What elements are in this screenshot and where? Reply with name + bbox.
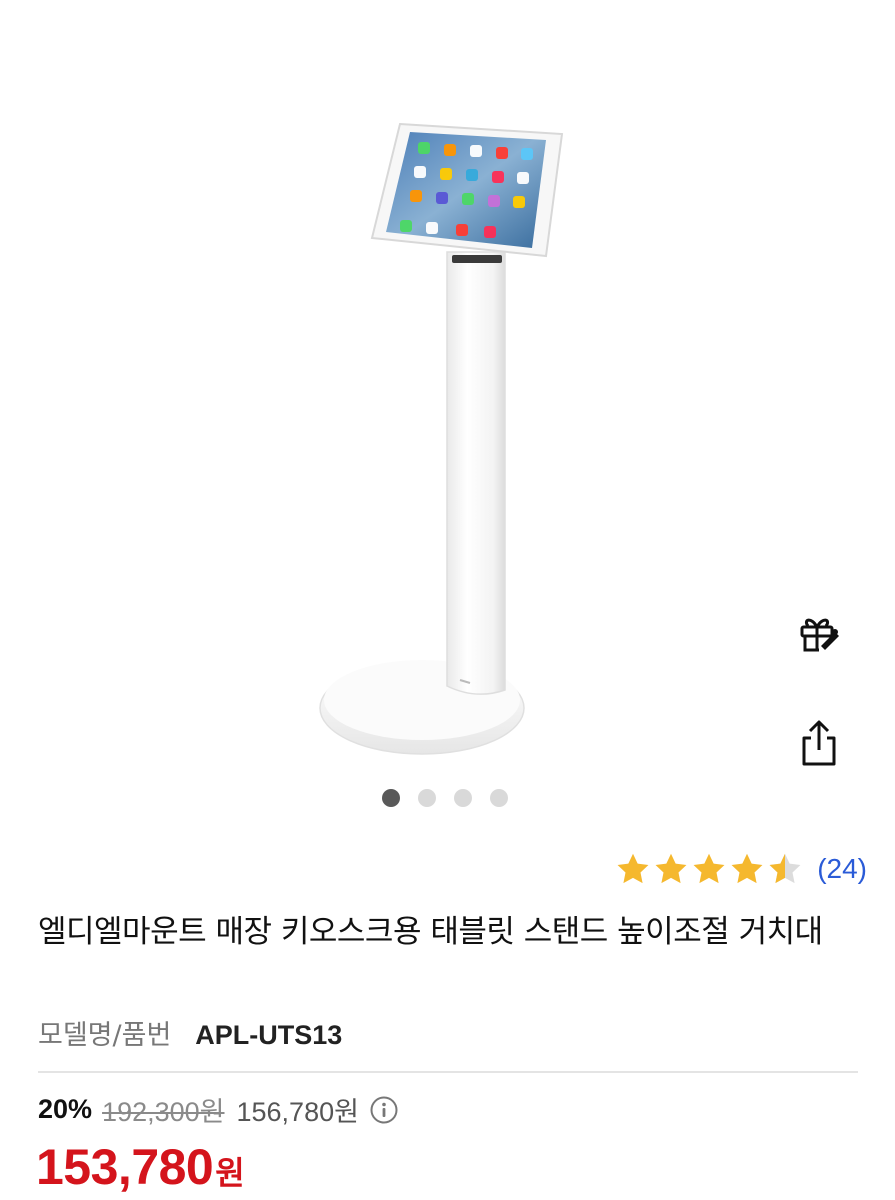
carousel-dot[interactable] [418, 789, 436, 807]
final-price-unit: 원 [215, 1155, 245, 1191]
model-label: 모델명/품번 [38, 1020, 172, 1051]
review-count[interactable]: (24) [817, 853, 867, 885]
product-title: 엘디엘마운트 매장 키오스크용 태블릿 스탠드 높이조절 거치대 [38, 914, 823, 950]
carousel-dot[interactable] [490, 789, 508, 807]
model-row: 모델명/품번 APL-UTS13 [38, 1013, 342, 1052]
carousel-dot[interactable] [382, 789, 400, 807]
price-row: 20% 192,300원 156,780원 [38, 1090, 399, 1129]
final-price-value: 153,780 [36, 1139, 214, 1195]
gift-button[interactable] [792, 607, 846, 661]
discount-rate: 20% [38, 1094, 93, 1124]
rating[interactable]: (24) [615, 851, 867, 887]
sale-price: 156,780원 [236, 1097, 359, 1127]
star-full-icon [617, 853, 649, 884]
model-value: APL-UTS13 [195, 1020, 343, 1050]
star-full-icon [693, 853, 725, 884]
carousel-dot[interactable] [454, 789, 472, 807]
star-half-icon [769, 853, 801, 884]
star-full-icon [655, 853, 687, 884]
share-button[interactable] [792, 716, 846, 770]
star-full-icon [731, 853, 763, 884]
info-icon[interactable] [369, 1095, 399, 1125]
share-icon [802, 720, 836, 766]
original-price: 192,300원 [102, 1097, 225, 1127]
final-price: 153,780 원 [36, 1138, 245, 1196]
carousel-pagination [382, 789, 508, 807]
gift-icon [800, 618, 839, 652]
tablet-stand-illustration [319, 122, 564, 755]
divider [38, 1071, 858, 1073]
product-image[interactable] [0, 0, 895, 830]
